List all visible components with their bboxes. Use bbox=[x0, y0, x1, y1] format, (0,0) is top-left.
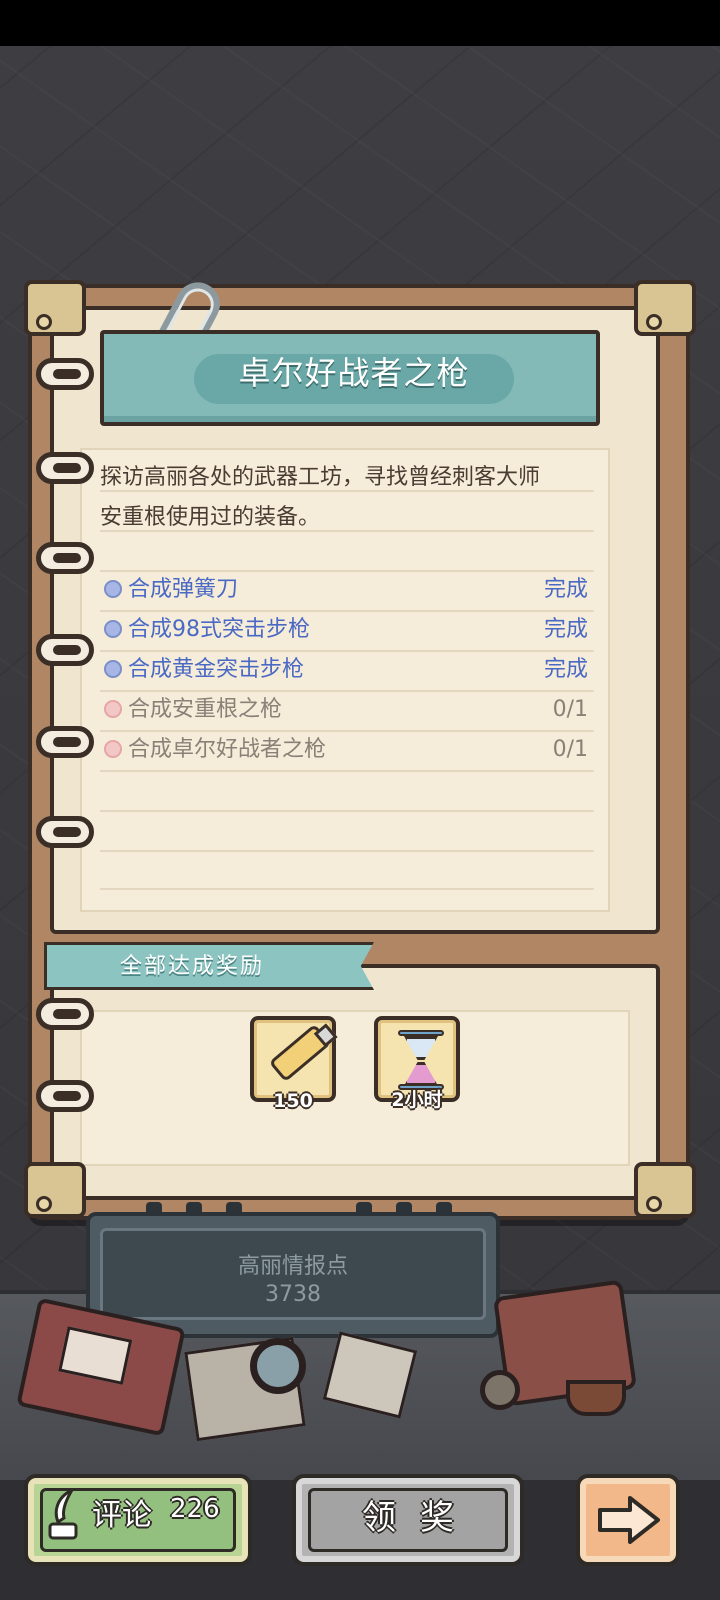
comment-count: 226 bbox=[170, 1494, 220, 1524]
task-item: 合成98式突击步枪 完成 bbox=[104, 612, 594, 648]
binder-ring bbox=[36, 998, 94, 1030]
corner-bracket bbox=[634, 280, 696, 336]
paint-tube-icon bbox=[268, 1023, 332, 1083]
corner-bracket bbox=[24, 1162, 86, 1218]
ruled-line bbox=[100, 530, 594, 532]
task-item: 合成黄金突击步枪 完成 bbox=[104, 652, 594, 688]
arrow-right-icon bbox=[598, 1496, 660, 1544]
hourglass-top bbox=[404, 1036, 438, 1060]
ruled-line bbox=[100, 770, 594, 772]
binder-ring bbox=[36, 816, 94, 848]
task-progress: 0/1 bbox=[552, 737, 588, 762]
game-screen: 卓尔好战者之枪 探访高丽各处的武器工坊，寻找曾经刺客大师 安重根使用过的装备。 … bbox=[0, 0, 720, 1600]
task-status: 完成 bbox=[543, 657, 588, 682]
intel-label: 高丽情报点 bbox=[237, 1254, 348, 1279]
reward-item-hourglass[interactable]: 2小时 bbox=[374, 1016, 460, 1111]
binder-ring bbox=[36, 452, 94, 484]
hourglass-bottom bbox=[404, 1062, 438, 1086]
magnifier-icon bbox=[250, 1338, 306, 1394]
hourglass-icon bbox=[398, 1030, 444, 1036]
ruled-line bbox=[100, 810, 594, 812]
task-name: 合成98式突击步枪 bbox=[128, 617, 310, 642]
quest-title-banner: 卓尔好战者之枪 bbox=[100, 330, 600, 426]
quest-title: 卓尔好战者之枪 bbox=[238, 354, 470, 392]
task-name: 合成黄金突击步枪 bbox=[128, 657, 305, 682]
ruled-line bbox=[100, 490, 594, 492]
reward-item-paint[interactable]: 150 bbox=[250, 1016, 336, 1112]
binder-ring bbox=[36, 358, 94, 390]
task-pending-dot-icon bbox=[104, 700, 122, 718]
task-name: 合成弹簧刀 bbox=[128, 577, 239, 602]
reward-quantity: 150 bbox=[273, 1090, 313, 1112]
corner-bracket bbox=[634, 1162, 696, 1218]
corner-bracket bbox=[24, 280, 86, 336]
task-complete-dot-icon bbox=[104, 660, 122, 678]
binder-ring bbox=[36, 726, 94, 758]
ruled-line bbox=[100, 850, 594, 852]
task-item: 合成安重根之枪 0/1 bbox=[104, 692, 594, 728]
task-complete-dot-icon bbox=[104, 620, 122, 638]
status-bar bbox=[0, 0, 720, 46]
binder-ring bbox=[36, 542, 94, 574]
binder-ring bbox=[36, 1080, 94, 1112]
task-pending-dot-icon bbox=[104, 740, 122, 758]
quest-description-line: 安重根使用过的装备。 bbox=[100, 505, 321, 530]
reward-page-paper bbox=[80, 1010, 630, 1166]
pipe-icon bbox=[566, 1380, 626, 1416]
claim-label: 领奖 bbox=[362, 1498, 478, 1538]
comment-label: 评论 bbox=[92, 1498, 152, 1533]
task-name: 合成卓尔好战者之枪 bbox=[128, 737, 327, 762]
task-status: 完成 bbox=[543, 577, 588, 602]
binder-ring bbox=[36, 634, 94, 666]
quill-icon bbox=[48, 1488, 78, 1540]
quest-description-line: 探访高丽各处的武器工坊，寻找曾经刺客大师 bbox=[100, 465, 541, 490]
intel-value: 3738 bbox=[265, 1282, 321, 1307]
task-status: 完成 bbox=[543, 617, 588, 642]
ruled-line bbox=[100, 888, 594, 890]
task-item: 合成弹簧刀 完成 bbox=[104, 572, 594, 608]
reward-quantity: 2小时 bbox=[391, 1089, 443, 1111]
keys-icon bbox=[480, 1370, 520, 1410]
reward-header: 全部达成奖励 bbox=[120, 954, 265, 979]
task-name: 合成安重根之枪 bbox=[128, 697, 283, 722]
task-progress: 0/1 bbox=[552, 697, 588, 722]
task-complete-dot-icon bbox=[104, 580, 122, 598]
task-item: 合成卓尔好战者之枪 0/1 bbox=[104, 732, 594, 768]
quest-description: 探访高丽各处的武器工坊，寻找曾经刺客大师 安重根使用过的装备。 bbox=[100, 458, 600, 538]
